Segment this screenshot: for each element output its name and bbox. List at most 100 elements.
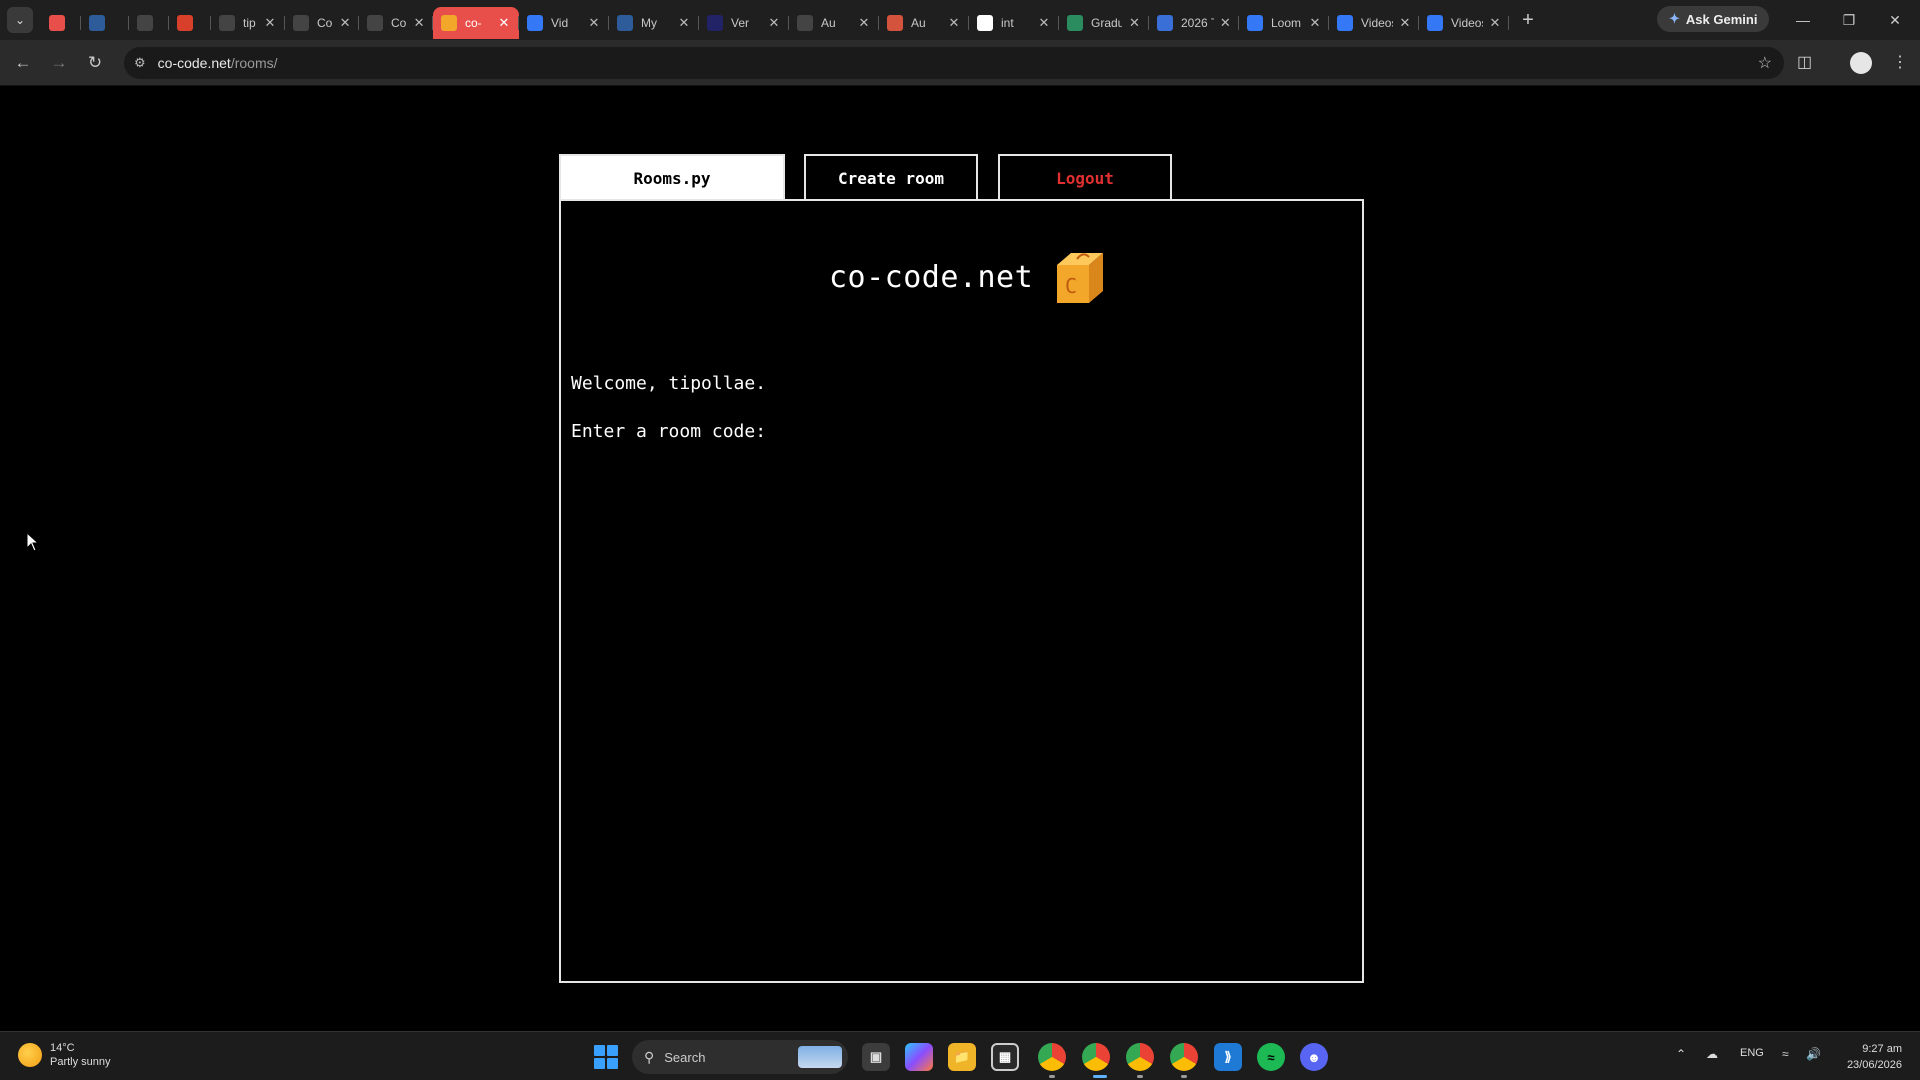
browser-tab[interactable]: Cor ✕: [359, 7, 433, 39]
chrome-profile-2-icon[interactable]: [1082, 1043, 1110, 1071]
volume-icon[interactable]: 🔊: [1806, 1047, 1821, 1061]
close-tab-icon[interactable]: ✕: [587, 15, 601, 31]
close-tab-icon[interactable]: ✕: [1128, 15, 1141, 31]
close-tab-icon[interactable]: ✕: [677, 15, 691, 31]
browser-tab[interactable]: My ✕: [609, 7, 699, 39]
browser-tab-title: My: [641, 16, 657, 30]
close-tab-icon[interactable]: ✕: [767, 15, 781, 31]
browser-tab[interactable]: int ✕: [969, 7, 1059, 39]
tab-separator: [1508, 16, 1509, 30]
wifi-icon[interactable]: ≈: [1782, 1047, 1789, 1061]
browser-tab[interactable]: [81, 7, 129, 39]
file-explorer-icon[interactable]: 📁: [948, 1043, 976, 1071]
site-title: co-code.net: [829, 259, 1034, 295]
pw-icon: [617, 15, 633, 31]
weather-description: Partly sunny: [50, 1056, 111, 1068]
browser-tab-title: Loom |: [1271, 16, 1303, 30]
browser-tab[interactable]: Vid ✕: [519, 7, 609, 39]
browser-tab[interactable]: Cor ✕: [285, 7, 359, 39]
close-tab-icon[interactable]: ✕: [1399, 15, 1411, 31]
vercel-icon: [707, 15, 723, 31]
browser-tab-strip: ⌄ tip✕Cor✕Cor✕co-✕Vid✕My✕Ver✕Au✕Au✕int✕G…: [0, 0, 1920, 40]
browser-tab[interactable]: Videos ✕: [1329, 7, 1419, 39]
browser-tab[interactable]: Au ✕: [879, 7, 969, 39]
bookmark-star-icon[interactable]: ☆: [1758, 53, 1772, 73]
url-text[interactable]: co-code.net/rooms/: [158, 55, 278, 71]
close-tab-icon[interactable]: ✕: [947, 15, 961, 31]
browser-tab[interactable]: Gradu ✕: [1059, 7, 1149, 39]
discord-icon[interactable]: ☻: [1300, 1043, 1328, 1071]
running-indicator: [1181, 1075, 1187, 1078]
browser-tab-title: co-: [465, 16, 482, 30]
close-tab-icon[interactable]: ✕: [1220, 15, 1231, 31]
nav-tab-create-room[interactable]: Create room: [804, 154, 978, 200]
vscode-icon[interactable]: ⟫: [1214, 1043, 1242, 1071]
grad-icon: [1067, 15, 1083, 31]
system-clock[interactable]: 9:27 am 23/06/2026: [1836, 1041, 1902, 1073]
nav-tab-logout[interactable]: Logout: [998, 154, 1172, 200]
forward-arrow-icon[interactable]: →: [44, 48, 74, 78]
spotify-icon[interactable]: ≈: [1257, 1043, 1285, 1071]
close-tab-icon[interactable]: ✕: [263, 15, 277, 31]
browser-tab[interactable]: Videos ✕: [1419, 7, 1509, 39]
address-bar[interactable]: ⚙ co-code.net/rooms/ ☆: [124, 47, 1784, 79]
browser-tab[interactable]: co- ✕: [433, 7, 519, 39]
task-view-icon[interactable]: ▣: [862, 1043, 890, 1071]
profile-avatar[interactable]: [1850, 52, 1872, 74]
url-host: co-code.net: [157, 55, 231, 71]
chrome-profile-4-icon[interactable]: [1170, 1043, 1198, 1071]
browser-tab[interactable]: Au ✕: [789, 7, 879, 39]
close-tab-icon[interactable]: ✕: [1489, 15, 1501, 31]
copilot-icon[interactable]: [905, 1043, 933, 1071]
ask-gemini-button[interactable]: ✦ Ask Gemini: [1657, 6, 1770, 32]
site-settings-icon[interactable]: ⚙: [134, 55, 146, 71]
tab-search-chevron-icon[interactable]: ⌄: [7, 7, 33, 33]
new-tab-button[interactable]: +: [1515, 7, 1541, 33]
close-tab-icon[interactable]: ✕: [339, 15, 351, 31]
browser-tab-title: 2026 Tr: [1181, 16, 1214, 30]
video-icon: [1247, 15, 1263, 31]
nav-tab-rooms[interactable]: Rooms.py: [559, 154, 785, 201]
search-highlight-image: [798, 1046, 842, 1068]
active-app-indicator: [1093, 1075, 1107, 1078]
close-tab-icon[interactable]: ✕: [857, 15, 871, 31]
browser-tab[interactable]: Loom | ✕: [1239, 7, 1329, 39]
google-icon: [977, 15, 993, 31]
page-content: Rooms.py Create room Logout co-code.net …: [0, 87, 1920, 1031]
onedrive-cloud-icon[interactable]: ☁: [1706, 1047, 1718, 1061]
windows-start-icon[interactable]: [594, 1045, 618, 1069]
browser-menu-icon[interactable]: ⋮: [1892, 52, 1908, 72]
weather-widget[interactable]: 14°C Partly sunny: [18, 1041, 111, 1069]
clock-date: 23/06/2026: [1846, 1059, 1902, 1071]
microsoft-store-icon[interactable]: ▦: [991, 1043, 1019, 1071]
restore-window-icon[interactable]: ❐: [1826, 0, 1872, 40]
taskbar-search-box[interactable]: ⚲ Search: [632, 1040, 848, 1074]
browser-tab[interactable]: Ver ✕: [699, 7, 789, 39]
back-arrow-icon[interactable]: ←: [8, 48, 38, 78]
input-language[interactable]: ENG: [1740, 1047, 1764, 1059]
close-tab-icon[interactable]: ✕: [497, 15, 511, 31]
browser-tab[interactable]: tip ✕: [211, 7, 285, 39]
chrome-profile-3-icon[interactable]: [1126, 1043, 1154, 1071]
browser-tab[interactable]: [41, 7, 81, 39]
partly-sunny-icon: [18, 1043, 42, 1067]
reload-icon[interactable]: ↻: [80, 48, 110, 78]
browser-tab[interactable]: [169, 7, 211, 39]
close-tab-icon[interactable]: ✕: [413, 15, 425, 31]
browser-tab[interactable]: 2026 Tr ✕: [1149, 7, 1239, 39]
minimize-window-icon[interactable]: —: [1780, 0, 1826, 40]
tray-overflow-chevron-icon[interactable]: ⌃: [1676, 1047, 1686, 1061]
extensions-puzzle-icon[interactable]: ◫: [1797, 52, 1812, 72]
close-tab-icon[interactable]: ✕: [1309, 15, 1321, 31]
weather-text: 14°C Partly sunny: [50, 1041, 111, 1069]
stack-icon: [219, 15, 235, 31]
video-icon: [527, 15, 543, 31]
close-tab-icon[interactable]: ✕: [1037, 15, 1051, 31]
close-window-icon[interactable]: ✕: [1872, 0, 1918, 40]
slash-icon: [797, 15, 813, 31]
browser-tab[interactable]: [129, 7, 169, 39]
logo-letter: C: [1065, 274, 1077, 298]
browser-tab-title: Videos: [1361, 16, 1393, 30]
browser-tab-title: Ver: [731, 16, 750, 30]
chrome-profile-1-icon[interactable]: [1038, 1043, 1066, 1071]
